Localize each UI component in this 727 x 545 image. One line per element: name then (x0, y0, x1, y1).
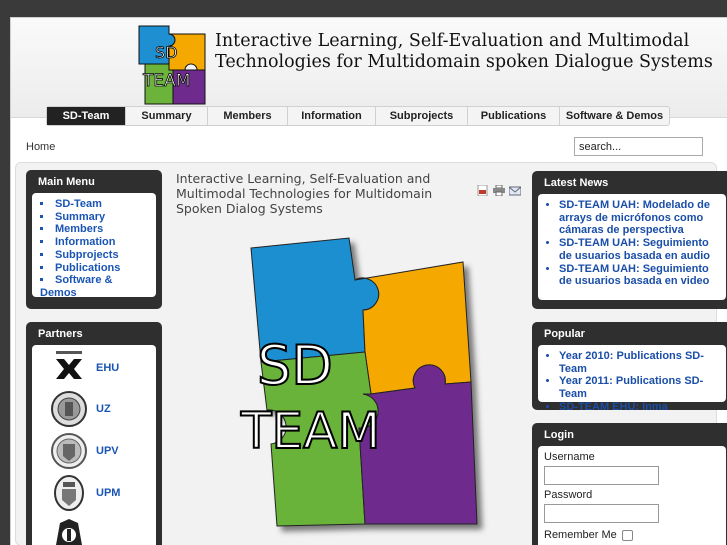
partner-name-upv: UPV (96, 444, 119, 457)
main-menu-title: Main Menu (38, 176, 95, 188)
username-label: Username (544, 451, 595, 463)
main-menu-item-sd-team[interactable]: SD-Team (40, 198, 148, 211)
page: SD TEAM Interactive Learning, Self-Evalu… (10, 17, 727, 545)
svg-text:SD: SD (257, 334, 333, 397)
header: SD TEAM Interactive Learning, Self-Evalu… (11, 18, 727, 118)
password-label: Password (544, 489, 593, 501)
main-menu-list: SD-Team Summary Members Information Subp… (32, 193, 156, 305)
password-field[interactable] (544, 504, 659, 523)
popular-list: Year 2010: Publications SD-Team Year 201… (538, 345, 726, 419)
login-body: Username Password Remember Me (538, 446, 726, 545)
main-menu-item-information[interactable]: Information (40, 236, 148, 249)
popular-item[interactable]: SD-TEAM EHU: Inma (559, 401, 720, 414)
latest-news-body: SD-TEAM UAH: Modelado de arrays de micró… (538, 194, 726, 300)
svg-text:TEAM: TEAM (240, 402, 380, 460)
main-menu-body: SD-Team Summary Members Information Subp… (32, 193, 156, 299)
nav-item-information[interactable]: Information (287, 107, 375, 125)
main-menu-item-subprojects[interactable]: Subprojects (40, 249, 148, 262)
partner-ehu[interactable]: EHU (32, 347, 156, 389)
latest-news-list: SD-TEAM UAH: Modelado de arrays de micró… (538, 194, 726, 293)
latest-news-item[interactable]: SD-TEAM UAH: Seguimiento de usuarios bas… (559, 237, 720, 262)
partner-name-ehu: EHU (96, 361, 120, 374)
main-menu-item-software-demos[interactable]: Software & Demos (40, 274, 148, 299)
print-icon[interactable] (493, 185, 505, 196)
main-menu-item-publications[interactable]: Publications (40, 262, 148, 275)
popular-body: Year 2010: Publications SD-Team Year 201… (538, 345, 726, 413)
main-menu-item-members[interactable]: Members (40, 223, 148, 236)
article-title: Interactive Learning, Self-Evaluation an… (176, 171, 433, 216)
upv-seal-icon (51, 432, 87, 469)
nav-item-summary[interactable]: Summary (125, 107, 207, 125)
partner-upv[interactable]: UPV (32, 430, 156, 472)
main-nav: SD-Team Summary Members Information Subp… (46, 106, 670, 126)
latest-news-item[interactable]: SD-TEAM UAH: Seguimiento de usuarios bas… (559, 263, 720, 288)
nav-item-software-demos[interactable]: Software & Demos (559, 107, 669, 125)
partner-upm[interactable]: UPM (32, 472, 156, 514)
search-input[interactable] (574, 137, 703, 156)
nav-item-publications[interactable]: Publications (467, 107, 559, 125)
svg-text:TEAM: TEAM (142, 71, 190, 91)
latest-news-module: Latest News SD-TEAM UAH: Modelado de arr… (532, 171, 727, 309)
article-tools (477, 185, 521, 196)
remember-me-label: Remember Me (544, 529, 617, 541)
popular-module: Popular Year 2010: Publications SD-Team … (532, 322, 727, 413)
nav-item-sd-team[interactable]: SD-Team (47, 107, 125, 125)
breadcrumb[interactable]: Home (26, 141, 55, 153)
sd-team-large-logo: SD TEAM (239, 237, 478, 527)
partners-module: Partners EHU UZ UPV UPM (26, 322, 162, 545)
nav-item-members[interactable]: Members (207, 107, 287, 125)
remember-me: Remember Me (544, 529, 720, 541)
partner-name-upm: UPM (96, 486, 121, 499)
partners-title: Partners (38, 328, 83, 340)
main-menu-module: Main Menu SD-Team Summary Members Inform… (26, 170, 162, 309)
partner-name-uz: UZ (96, 403, 111, 416)
upm-seal-icon (54, 474, 84, 511)
sd-team-logo[interactable]: SD TEAM (135, 24, 209, 106)
ehu-logo-icon (56, 350, 82, 379)
svg-text:SD: SD (155, 43, 177, 62)
partners-body: EHU UZ UPV UPM (32, 345, 156, 545)
partner-seal-icon (56, 519, 82, 545)
latest-news-title: Latest News (544, 177, 609, 189)
login-title: Login (544, 429, 574, 441)
nav-item-subprojects[interactable]: Subprojects (375, 107, 467, 125)
username-field[interactable] (544, 466, 659, 485)
pdf-icon[interactable] (477, 185, 489, 196)
login-module: Login Username Password Remember Me (532, 423, 727, 545)
email-icon[interactable] (509, 185, 521, 196)
partner-uz[interactable]: UZ (32, 389, 156, 431)
popular-item[interactable]: Year 2010: Publications SD-Team (559, 350, 720, 375)
remember-me-checkbox[interactable] (621, 529, 633, 541)
site-title: Interactive Learning, Self-Evaluation an… (215, 31, 713, 72)
latest-news-item[interactable]: SD-TEAM UAH: Modelado de arrays de micró… (559, 199, 720, 237)
partner-extra[interactable] (32, 513, 156, 545)
uz-seal-icon (51, 391, 87, 428)
popular-title: Popular (544, 328, 585, 340)
popular-item[interactable]: Year 2011: Publications SD-Team (559, 375, 720, 400)
main-menu-item-summary[interactable]: Summary (40, 211, 148, 224)
